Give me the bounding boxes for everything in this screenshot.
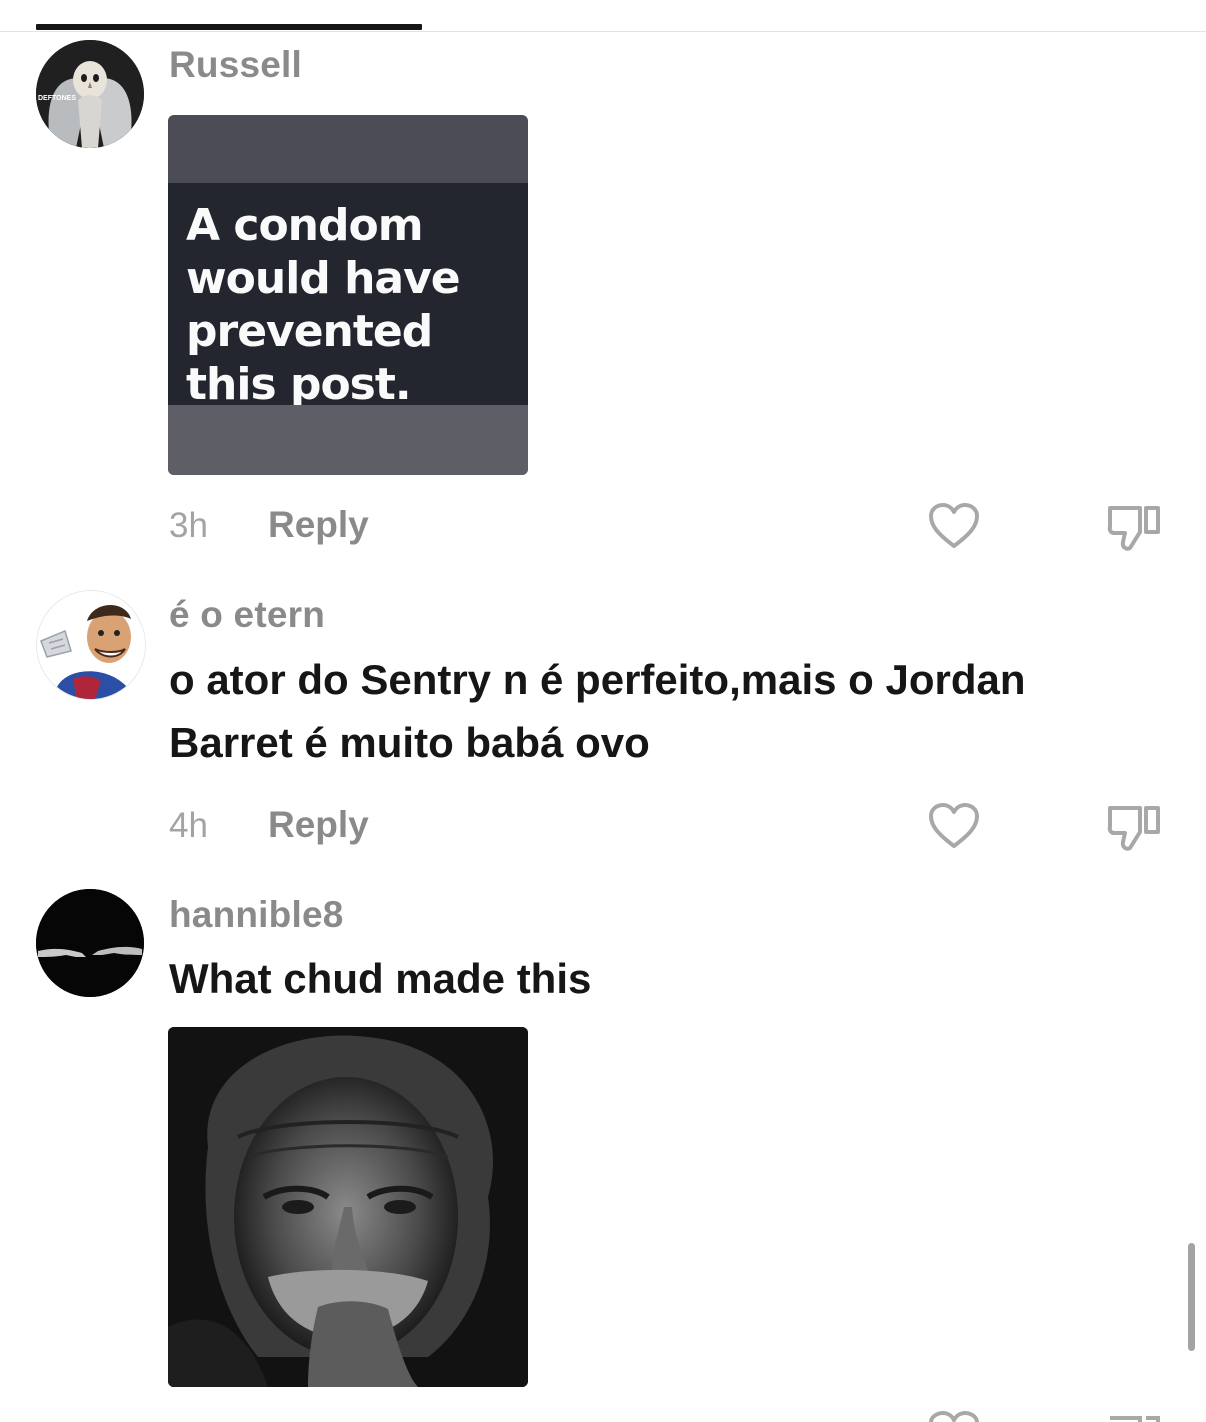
comment-time: 3h bbox=[169, 506, 208, 545]
thumbs-down-icon[interactable] bbox=[1106, 1410, 1162, 1422]
user-avatar[interactable] bbox=[36, 590, 146, 700]
username[interactable]: hannible8 bbox=[169, 894, 344, 936]
meme-bottom-bar bbox=[168, 405, 528, 475]
heart-icon[interactable] bbox=[928, 1410, 980, 1422]
meme-text: A condom would have prevented this post. bbox=[186, 200, 461, 410]
reply-button[interactable]: Reply bbox=[268, 504, 369, 546]
comment-text: What chud made this bbox=[169, 955, 592, 1002]
creation-hands-avatar-icon bbox=[36, 889, 144, 997]
caricature-avatar-icon bbox=[37, 591, 145, 699]
heart-icon[interactable] bbox=[928, 802, 980, 850]
thumbs-down-icon[interactable] bbox=[1106, 502, 1162, 552]
avatar-caption: DEFTONES bbox=[38, 95, 76, 102]
old-man-portrait-icon bbox=[168, 1027, 528, 1387]
username[interactable]: é o etern bbox=[169, 594, 325, 636]
owl-avatar-icon: DEFTONES bbox=[36, 40, 144, 148]
comment-item: é o etern o ator do Sentry n é perfeito,… bbox=[0, 570, 1206, 870]
image-attachment[interactable] bbox=[168, 1027, 528, 1387]
thumbs-down-icon[interactable] bbox=[1106, 802, 1162, 852]
comment-time: 4h bbox=[169, 806, 208, 845]
image-attachment[interactable]: A condom would have prevented this post. bbox=[168, 115, 528, 475]
reply-button[interactable]: Reply bbox=[268, 804, 369, 846]
user-avatar[interactable]: DEFTONES bbox=[36, 40, 144, 148]
comment-item: hannible8 What chud made this bbox=[0, 870, 1206, 1422]
username[interactable]: Russell bbox=[169, 44, 302, 86]
comment-item: DEFTONES Russell A condom would have pre… bbox=[0, 0, 1206, 570]
comment-text: o ator do Sentry n é perfeito,mais o Jor… bbox=[169, 656, 1026, 766]
scrollbar[interactable] bbox=[1188, 1243, 1195, 1351]
heart-icon[interactable] bbox=[928, 502, 980, 550]
user-avatar[interactable] bbox=[36, 889, 144, 997]
